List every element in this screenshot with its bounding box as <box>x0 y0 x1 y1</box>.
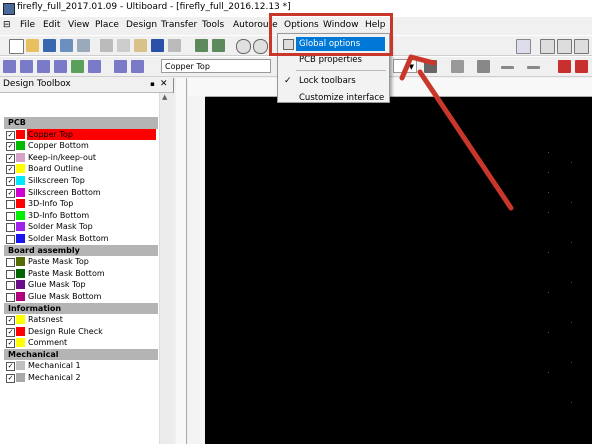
annotation-arrow <box>399 54 514 211</box>
annotation-arrow-shape <box>399 54 514 211</box>
